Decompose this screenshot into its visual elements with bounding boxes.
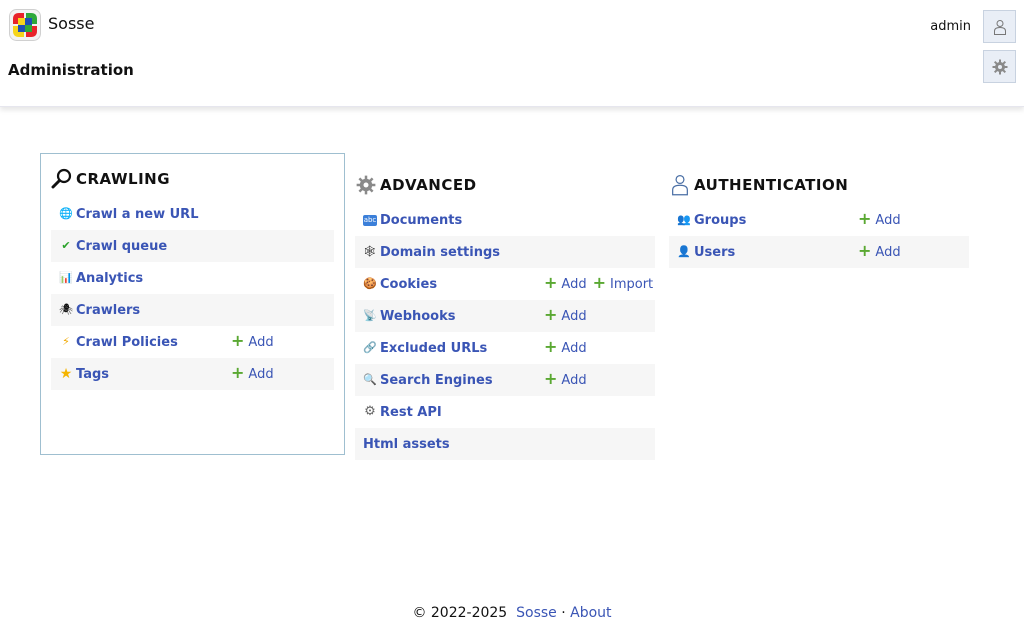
- rest-api-link[interactable]: Rest API: [380, 405, 442, 420]
- documents-link[interactable]: Documents: [380, 213, 462, 228]
- html-assets-link[interactable]: Html assets: [363, 437, 450, 452]
- row-crawl-queue: ✔ Crawl queue: [51, 230, 334, 262]
- webhooks-link[interactable]: Webhooks: [380, 309, 456, 324]
- row-html-assets: Html assets: [355, 428, 655, 460]
- checkmark-icon: ✔: [61, 239, 71, 252]
- plus-icon: +: [858, 240, 872, 260]
- row-crawl-new-url: 🌐 Crawl a new URL: [51, 198, 334, 230]
- user-outline-icon: [993, 19, 1006, 35]
- crawling-title: CRAWLING: [76, 170, 171, 188]
- user-icon: 👤: [677, 245, 691, 258]
- add-group-button[interactable]: + Add: [858, 208, 901, 228]
- gear-icon: ⚙: [364, 404, 376, 419]
- plus-icon: +: [231, 362, 245, 382]
- advanced-panel: ADVANCED abc Documents 🕸 Domain settings…: [355, 153, 655, 460]
- crawling-heading: CRAWLING: [51, 167, 334, 191]
- cookie-icon: 🍪: [363, 277, 377, 290]
- crawl-queue-link[interactable]: Crawl queue: [76, 239, 167, 254]
- plus-icon: +: [231, 330, 245, 350]
- add-webhook-button[interactable]: + Add: [544, 304, 587, 324]
- authentication-panel: AUTHENTICATION 👥 Groups + Add 👤 Users + Ad…: [669, 153, 969, 268]
- row-crawl-policies: ⚡ Crawl Policies + Add: [51, 326, 334, 358]
- settings-button[interactable]: [983, 50, 1016, 83]
- star-icon: ★: [59, 366, 73, 382]
- add-search-engine-button[interactable]: + Add: [544, 368, 587, 388]
- row-webhooks: 📡 Webhooks + Add: [355, 300, 655, 332]
- row-users: 👤 Users + Add: [669, 236, 969, 268]
- network-icon: 🕸: [363, 245, 377, 258]
- abc-icon: abc: [363, 214, 377, 226]
- sosse-logo-icon: [9, 9, 41, 41]
- row-cookies: 🍪 Cookies + Add + Import: [355, 268, 655, 300]
- add-tag-button[interactable]: + Add: [231, 362, 274, 382]
- row-groups: 👥 Groups + Add: [669, 204, 969, 236]
- authentication-title: AUTHENTICATION: [694, 176, 849, 194]
- satellite-icon: 📡: [363, 309, 377, 322]
- link-icon: 🔗: [363, 341, 377, 354]
- globe-icon: 🌐: [59, 207, 73, 220]
- add-cookie-button[interactable]: + Add: [544, 272, 587, 292]
- import-cookies-button[interactable]: + Import: [592, 272, 654, 292]
- advanced-title: ADVANCED: [380, 176, 477, 194]
- crawlers-link[interactable]: Crawlers: [76, 303, 140, 318]
- advanced-heading: ADVANCED: [355, 173, 655, 197]
- search-engines-link[interactable]: Search Engines: [380, 373, 493, 388]
- domain-settings-link[interactable]: Domain settings: [380, 245, 500, 260]
- username: admin: [930, 19, 971, 34]
- row-domain-settings: 🕸 Domain settings: [355, 236, 655, 268]
- brand-name[interactable]: Sosse: [48, 14, 94, 33]
- crawl-policies-link[interactable]: Crawl Policies: [76, 335, 178, 350]
- footer: © 2022-2025 Sosse · About: [0, 605, 1024, 621]
- groups-link[interactable]: Groups: [694, 213, 746, 228]
- bug-icon: 🕷: [59, 303, 73, 316]
- analytics-link[interactable]: Analytics: [76, 271, 143, 286]
- plus-icon: +: [858, 208, 872, 228]
- plus-icon: +: [592, 272, 606, 292]
- tags-link[interactable]: Tags: [76, 367, 109, 382]
- add-excluded-url-button[interactable]: + Add: [544, 336, 587, 356]
- bar-chart-icon: 📊: [59, 271, 73, 284]
- user-menu-button[interactable]: [983, 10, 1016, 43]
- plus-icon: +: [544, 368, 558, 388]
- users-link[interactable]: Users: [694, 245, 735, 260]
- row-search-engines: 🔍 Search Engines + Add: [355, 364, 655, 396]
- plus-icon: +: [544, 304, 558, 324]
- row-rest-api: ⚙ Rest API: [355, 396, 655, 428]
- header: Sosse Administration admin: [0, 0, 1024, 107]
- row-analytics: 📊 Analytics: [51, 262, 334, 294]
- page-title: Administration: [8, 61, 134, 79]
- group-icon: 👥: [677, 213, 691, 226]
- lightning-icon: ⚡: [62, 335, 70, 348]
- footer-about-link[interactable]: About: [570, 605, 611, 621]
- row-tags: ★ Tags + Add: [51, 358, 334, 390]
- row-documents: abc Documents: [355, 204, 655, 236]
- plus-icon: +: [544, 272, 558, 292]
- excluded-urls-link[interactable]: Excluded URLs: [380, 341, 487, 356]
- add-crawl-policy-button[interactable]: + Add: [231, 330, 274, 350]
- authentication-heading: AUTHENTICATION: [669, 173, 969, 197]
- footer-separator: ·: [561, 605, 566, 621]
- gear-icon: [992, 59, 1007, 74]
- plus-icon: +: [544, 336, 558, 356]
- row-crawlers: 🕷 Crawlers: [51, 294, 334, 326]
- user-outline-icon: [672, 174, 688, 196]
- crawl-new-url-link[interactable]: Crawl a new URL: [76, 207, 198, 222]
- crawling-panel: CRAWLING 🌐 Crawl a new URL ✔ Crawl queue…: [40, 153, 345, 455]
- gear-icon: [356, 175, 376, 195]
- copyright-text: © 2022-2025: [412, 605, 508, 621]
- cookies-link[interactable]: Cookies: [380, 277, 437, 292]
- add-user-button[interactable]: + Add: [858, 240, 901, 260]
- magnifier-icon: [51, 168, 72, 189]
- row-excluded-urls: 🔗 Excluded URLs + Add: [355, 332, 655, 364]
- search-icon: 🔍: [363, 373, 377, 386]
- footer-sosse-link[interactable]: Sosse: [516, 605, 557, 621]
